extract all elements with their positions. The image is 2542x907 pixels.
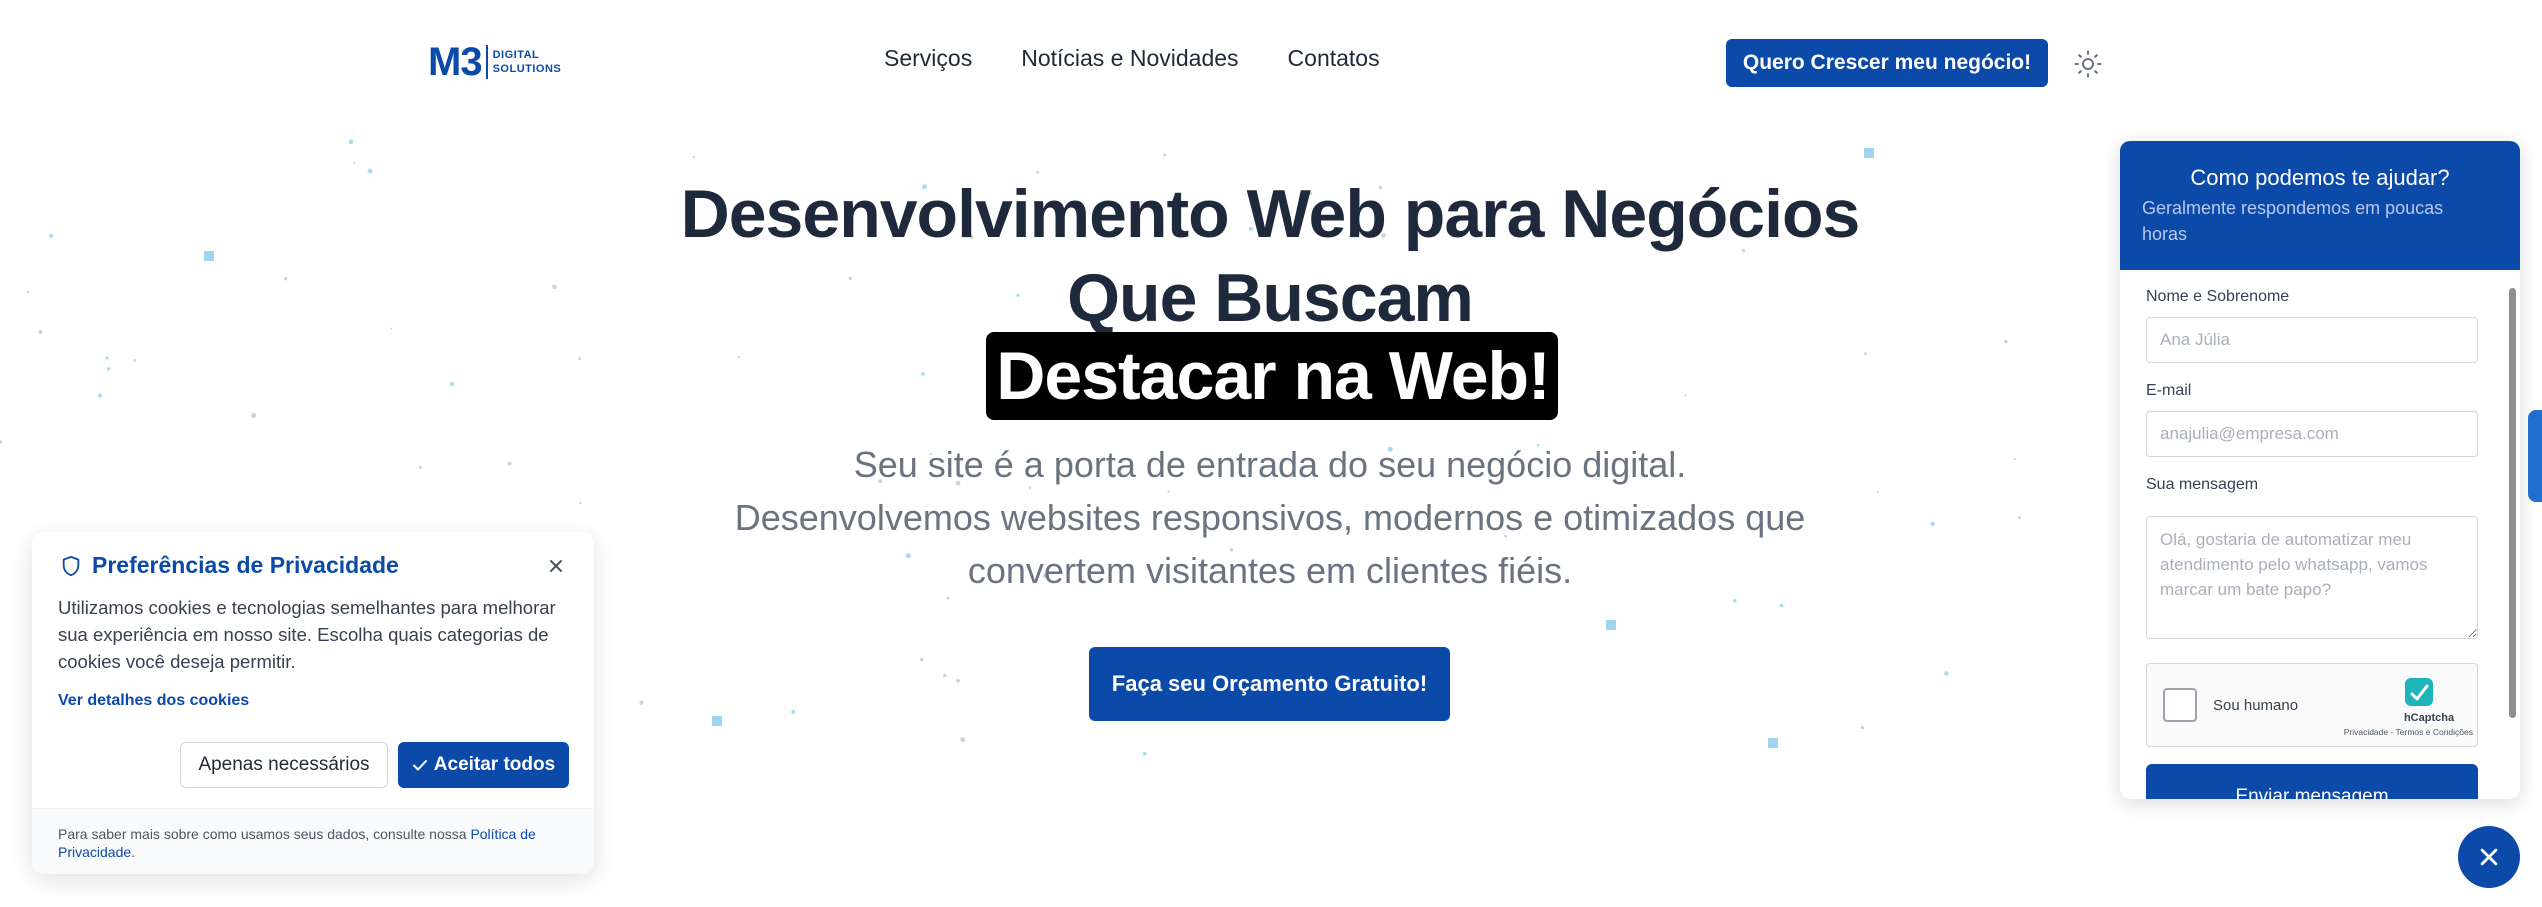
logo-mark: M3 bbox=[428, 40, 483, 84]
name-label: Nome e Sobrenome bbox=[2146, 288, 2290, 305]
accept-all-label: Aceitar todos bbox=[433, 754, 556, 775]
hero-subtitle-line-2: Desenvolvemos websites responsivos, mode… bbox=[734, 497, 1806, 538]
particle-dot bbox=[1779, 603, 1784, 608]
email-input[interactable] bbox=[2146, 411, 2478, 457]
hero-title-line-1: Desenvolvimento Web para Negócios bbox=[680, 176, 1861, 252]
particle-dot bbox=[552, 284, 557, 289]
site-header: M3 DIGITAL SOLUTIONS Serviços Notícias e… bbox=[0, 0, 2542, 120]
particle-dot bbox=[639, 700, 644, 705]
chat-form: Nome e Sobrenome E-mail Sua mensagem Sou… bbox=[2120, 270, 2520, 799]
chat-title: Como podemos te ajudar? bbox=[2190, 165, 2450, 190]
particle-dot bbox=[2018, 516, 2021, 520]
particle-dot bbox=[919, 658, 924, 662]
sun-icon bbox=[2074, 50, 2102, 78]
name-input[interactable] bbox=[2146, 317, 2478, 363]
captcha-brand: hCaptcha bbox=[2403, 712, 2455, 724]
logo-divider bbox=[485, 45, 488, 79]
particle-dot bbox=[49, 233, 54, 238]
hero-title: Desenvolvimento Web para Negócios Que Bu… bbox=[600, 172, 1940, 340]
particle-dot bbox=[1876, 491, 1879, 494]
particle-dot bbox=[1142, 751, 1147, 756]
particle-dot bbox=[283, 277, 288, 281]
particle-dot bbox=[946, 596, 950, 600]
particle-dot bbox=[390, 327, 393, 330]
email-label: E-mail bbox=[2146, 382, 2192, 399]
logo[interactable]: M3 DIGITAL SOLUTIONS bbox=[428, 42, 561, 82]
nav-item-servicos[interactable]: Serviços bbox=[884, 42, 972, 74]
nav-item-noticias[interactable]: Notícias e Novidades bbox=[1021, 42, 1238, 74]
cookie-consent-panel: Preferências de Privacidade Utilizamos c… bbox=[32, 532, 594, 874]
chat-scrollbar-thumb[interactable] bbox=[2509, 288, 2516, 718]
hero-title-line-2: Que Buscam bbox=[1067, 260, 1474, 336]
particle-dot bbox=[1944, 671, 1949, 676]
hcaptcha-widget: Sou humano hCaptcha Privacidade - Termos… bbox=[2146, 663, 2478, 747]
nav-item-contatos[interactable]: Contatos bbox=[1288, 42, 1380, 74]
chat-scrollbar[interactable] bbox=[2507, 274, 2517, 789]
chat-subtitle: Geralmente respondemos em poucas horas bbox=[2142, 198, 2444, 244]
only-necessary-button[interactable]: Apenas necessários bbox=[180, 742, 388, 788]
hcaptcha-logo-icon bbox=[2405, 678, 2433, 706]
cookie-details-link[interactable]: Ver detalhes dos cookies bbox=[58, 692, 249, 710]
captcha-checkbox[interactable] bbox=[2163, 688, 2197, 722]
particle-dot bbox=[579, 501, 582, 505]
particle-dot bbox=[348, 139, 354, 145]
check-icon bbox=[412, 760, 427, 771]
cookie-close-button[interactable] bbox=[542, 552, 570, 580]
cookie-footer-text: Para saber mais sobre como usamos seus d… bbox=[58, 825, 578, 861]
particle-dot bbox=[943, 673, 947, 678]
grow-business-button[interactable]: Quero Crescer meu negócio! bbox=[1726, 39, 2048, 87]
main-nav: Serviços Notícias e Novidades Contatos bbox=[884, 42, 1429, 74]
shield-icon bbox=[62, 555, 80, 576]
particle-square bbox=[204, 251, 214, 261]
cookie-description: Utilizamos cookies e tecnologias semelha… bbox=[58, 597, 556, 672]
hero-highlight: Destacar na Web! bbox=[986, 332, 1558, 420]
send-message-button[interactable]: Enviar mensagem bbox=[2146, 764, 2478, 799]
particle-square bbox=[712, 716, 722, 726]
particle-dot bbox=[1163, 153, 1166, 157]
cookie-footer-end: . bbox=[131, 844, 136, 860]
cookie-title-row: Preferências de Privacidade bbox=[60, 552, 399, 579]
free-quote-button[interactable]: Faça seu Orçamento Gratuito! bbox=[1089, 647, 1450, 721]
particle-dot bbox=[791, 709, 796, 715]
cookie-footer: Para saber mais sobre como usamos seus d… bbox=[32, 808, 594, 874]
particle-dot bbox=[693, 156, 696, 159]
particle-dot bbox=[960, 737, 966, 742]
logo-line-2: SOLUTIONS bbox=[492, 63, 562, 75]
particle-dot bbox=[353, 162, 356, 165]
captcha-label: Sou humano bbox=[2213, 697, 2299, 714]
particle-dot bbox=[27, 290, 30, 294]
close-icon bbox=[550, 560, 562, 572]
particle-square bbox=[1606, 620, 1616, 630]
logo-subtitle: DIGITAL SOLUTIONS bbox=[493, 48, 562, 76]
logo-line-1: DIGITAL bbox=[492, 49, 540, 61]
message-textarea[interactable] bbox=[2146, 516, 2478, 639]
particle-dot bbox=[0, 440, 2, 444]
particle-square bbox=[1768, 738, 1778, 748]
particle-dot bbox=[2013, 457, 2016, 461]
cookie-footer-lead: Para saber mais sobre como usamos seus d… bbox=[58, 826, 467, 842]
particle-square bbox=[1864, 148, 1874, 158]
message-label: Sua mensagem bbox=[2146, 476, 2259, 493]
particle-dot bbox=[1860, 726, 1864, 730]
cookie-title: Preferências de Privacidade bbox=[92, 552, 399, 578]
particle-dot bbox=[1930, 521, 1935, 527]
particle-dot bbox=[956, 678, 960, 683]
side-help-tab[interactable] bbox=[2528, 410, 2542, 502]
hero-subtitle-line-1: Seu site é a porta de entrada do seu neg… bbox=[853, 444, 1687, 485]
particle-dot bbox=[1733, 599, 1737, 603]
hero-subtitle-line-3: convertem visitantes em clientes fiéis. bbox=[967, 550, 1573, 591]
accept-all-button[interactable]: Aceitar todos bbox=[398, 742, 569, 788]
theme-toggle[interactable] bbox=[2071, 47, 2105, 81]
close-icon bbox=[2480, 848, 2498, 866]
captcha-legal-links[interactable]: Privacidade - Termos e Condições bbox=[2333, 727, 2473, 737]
contact-chat-widget: Como podemos te ajudar? Geralmente respo… bbox=[2120, 141, 2520, 799]
particle-dot bbox=[418, 465, 422, 469]
particle-dot bbox=[507, 461, 512, 466]
particle-dot bbox=[367, 168, 373, 174]
hero-subtitle: Seu site é a porta de entrada do seu neg… bbox=[670, 438, 1870, 597]
chat-header: Como podemos te ajudar? Geralmente respo… bbox=[2120, 141, 2520, 270]
chat-toggle-button[interactable] bbox=[2458, 826, 2520, 888]
